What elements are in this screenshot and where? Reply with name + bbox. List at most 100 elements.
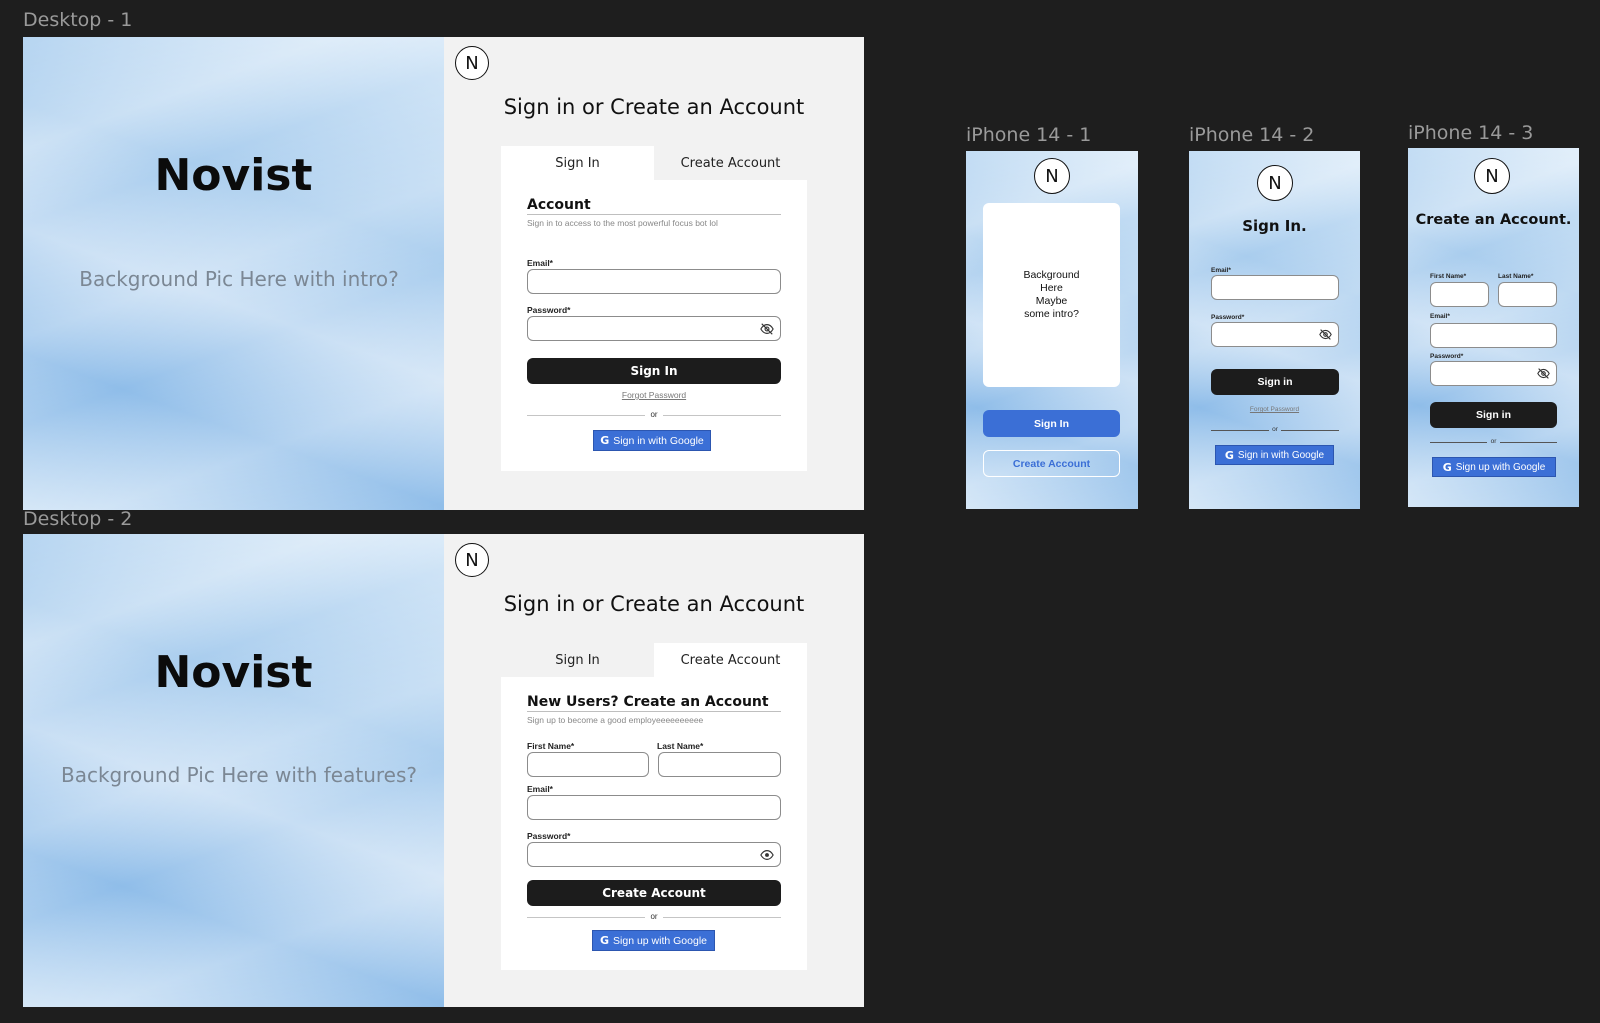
create-account-title: Create an Account. (1415, 212, 1572, 228)
first-name-field[interactable] (527, 752, 649, 777)
eye-icon[interactable] (760, 848, 774, 862)
or-divider: or (527, 410, 781, 420)
google-sign-up-button[interactable]: G Sign up with Google (1432, 457, 1556, 477)
first-name-field[interactable] (1430, 282, 1489, 307)
hero-intro-text: Background Pic Here with intro? (79, 267, 399, 291)
sign-in-card: Account Sign in to access to the most po… (501, 180, 807, 471)
password-field[interactable] (1211, 322, 1339, 347)
card-subtitle: Sign up to become a good employeeeeeeeee… (527, 715, 704, 725)
email-field[interactable] (1430, 323, 1557, 348)
frame-label-desktop-1: Desktop - 1 (23, 9, 133, 31)
email-label: Email* (527, 784, 553, 794)
email-field[interactable] (1211, 275, 1339, 300)
sign-in-button[interactable]: Sign in (1430, 402, 1557, 428)
auth-tabs: Sign In Create Account (501, 146, 807, 180)
iphone-2-frame: N Sign In. Email* Password* Sign in Forg… (1189, 151, 1360, 509)
tab-sign-in[interactable]: Sign In (501, 643, 654, 677)
password-label: Password* (1211, 314, 1245, 321)
password-field[interactable] (1430, 361, 1557, 386)
google-button-label: Sign in with Google (1237, 449, 1325, 461)
auth-panel: N Sign in or Create an Account Sign In C… (444, 37, 864, 510)
last-name-label: Last Name* (1498, 273, 1534, 280)
iphone-3-frame: N Create an Account. First Name* Last Na… (1408, 148, 1579, 507)
auth-heading: Sign in or Create an Account (503, 95, 805, 119)
brand-name: Novist (154, 647, 313, 698)
google-g-icon: G (599, 934, 610, 947)
google-sign-up-button[interactable]: G Sign up with Google (592, 930, 715, 951)
password-label: Password* (527, 831, 571, 841)
eye-off-icon[interactable] (760, 322, 774, 336)
create-account-card: New Users? Create an Account Sign up to … (501, 677, 807, 970)
password-label: Password* (527, 305, 571, 315)
logo-icon: N (1034, 158, 1070, 194)
intro-card-line: Background (1023, 269, 1080, 281)
google-sign-in-button[interactable]: G Sign in with Google (593, 430, 711, 451)
password-field[interactable] (527, 842, 781, 867)
intro-card-line: some intro? (1024, 308, 1079, 320)
tab-sign-in[interactable]: Sign In (501, 146, 654, 180)
sign-in-button[interactable]: Sign in (1211, 369, 1339, 395)
tab-create-account[interactable]: Create Account (654, 146, 807, 180)
brand-name: Novist (154, 150, 313, 201)
or-divider: or (1430, 438, 1557, 447)
frame-label-desktop-2: Desktop - 2 (23, 508, 133, 530)
forgot-password-link[interactable]: Forgot Password (1189, 406, 1360, 413)
intro-card-line: Here (1040, 282, 1063, 294)
auth-tabs: Sign In Create Account (501, 643, 807, 677)
tab-create-account[interactable]: Create Account (654, 643, 807, 677)
card-title: New Users? Create an Account (527, 694, 769, 710)
google-button-label: Sign up with Google (613, 934, 707, 947)
or-divider: or (1211, 426, 1339, 435)
password-field[interactable] (527, 316, 781, 341)
or-line-right (1500, 442, 1557, 443)
auth-panel: N Sign in or Create an Account Sign In C… (444, 534, 864, 1007)
sign-in-title: Sign In. (1242, 217, 1307, 235)
card-subtitle: Sign in to access to the most powerful f… (527, 218, 718, 228)
frame-label-iphone-3: iPhone 14 - 3 (1408, 122, 1534, 144)
sign-in-button[interactable]: Sign In (983, 410, 1120, 437)
google-g-icon: G (600, 434, 610, 447)
frame-label-iphone-1: iPhone 14 - 1 (966, 124, 1092, 146)
google-button-label: Sign up with Google (1455, 461, 1546, 473)
hero-background: Novist Background Pic Here with features… (23, 534, 444, 1007)
create-account-button[interactable]: Create Account (983, 450, 1120, 477)
first-name-label: First Name* (1430, 273, 1467, 280)
last-name-field[interactable] (1498, 282, 1557, 307)
intro-card-line: Maybe (1035, 295, 1068, 307)
intro-card: Background Here Maybe some intro? (983, 203, 1120, 387)
logo-icon: N (455, 46, 489, 80)
last-name-field[interactable] (658, 752, 781, 777)
google-sign-in-button[interactable]: G Sign in with Google (1215, 445, 1334, 465)
card-divider (527, 711, 781, 712)
hero-features-text: Background Pic Here with features? (60, 763, 418, 787)
card-title: Account (527, 197, 591, 213)
or-divider: or (527, 912, 781, 922)
email-label: Email* (1430, 313, 1450, 320)
google-button-label: Sign in with Google (613, 434, 704, 447)
google-g-icon: G (1442, 460, 1452, 474)
eye-off-icon[interactable] (1537, 367, 1550, 380)
card-divider (527, 214, 781, 215)
sign-in-button[interactable]: Sign In (527, 358, 781, 384)
password-label: Password* (1430, 353, 1464, 360)
or-line-right (663, 415, 781, 416)
last-name-label: Last Name* (657, 741, 704, 751)
email-label: Email* (1211, 267, 1231, 274)
logo-icon: N (1474, 158, 1510, 194)
hero-background: Novist Background Pic Here with intro? (23, 37, 444, 510)
or-line-right (663, 917, 781, 918)
forgot-password-link[interactable]: Forgot Password (501, 390, 807, 400)
desktop-2-frame: Novist Background Pic Here with features… (23, 534, 864, 1007)
google-g-icon: G (1224, 448, 1234, 462)
logo-icon: N (1257, 165, 1293, 201)
or-line-right (1281, 430, 1339, 431)
eye-off-icon[interactable] (1319, 328, 1332, 341)
email-field[interactable] (527, 269, 781, 294)
create-account-button[interactable]: Create Account (527, 880, 781, 906)
email-field[interactable] (527, 795, 781, 820)
desktop-1-frame: Novist Background Pic Here with intro? N… (23, 37, 864, 510)
auth-heading: Sign in or Create an Account (503, 592, 805, 616)
first-name-label: First Name* (527, 741, 575, 751)
frame-label-iphone-2: iPhone 14 - 2 (1189, 124, 1315, 146)
email-label: Email* (527, 258, 553, 268)
